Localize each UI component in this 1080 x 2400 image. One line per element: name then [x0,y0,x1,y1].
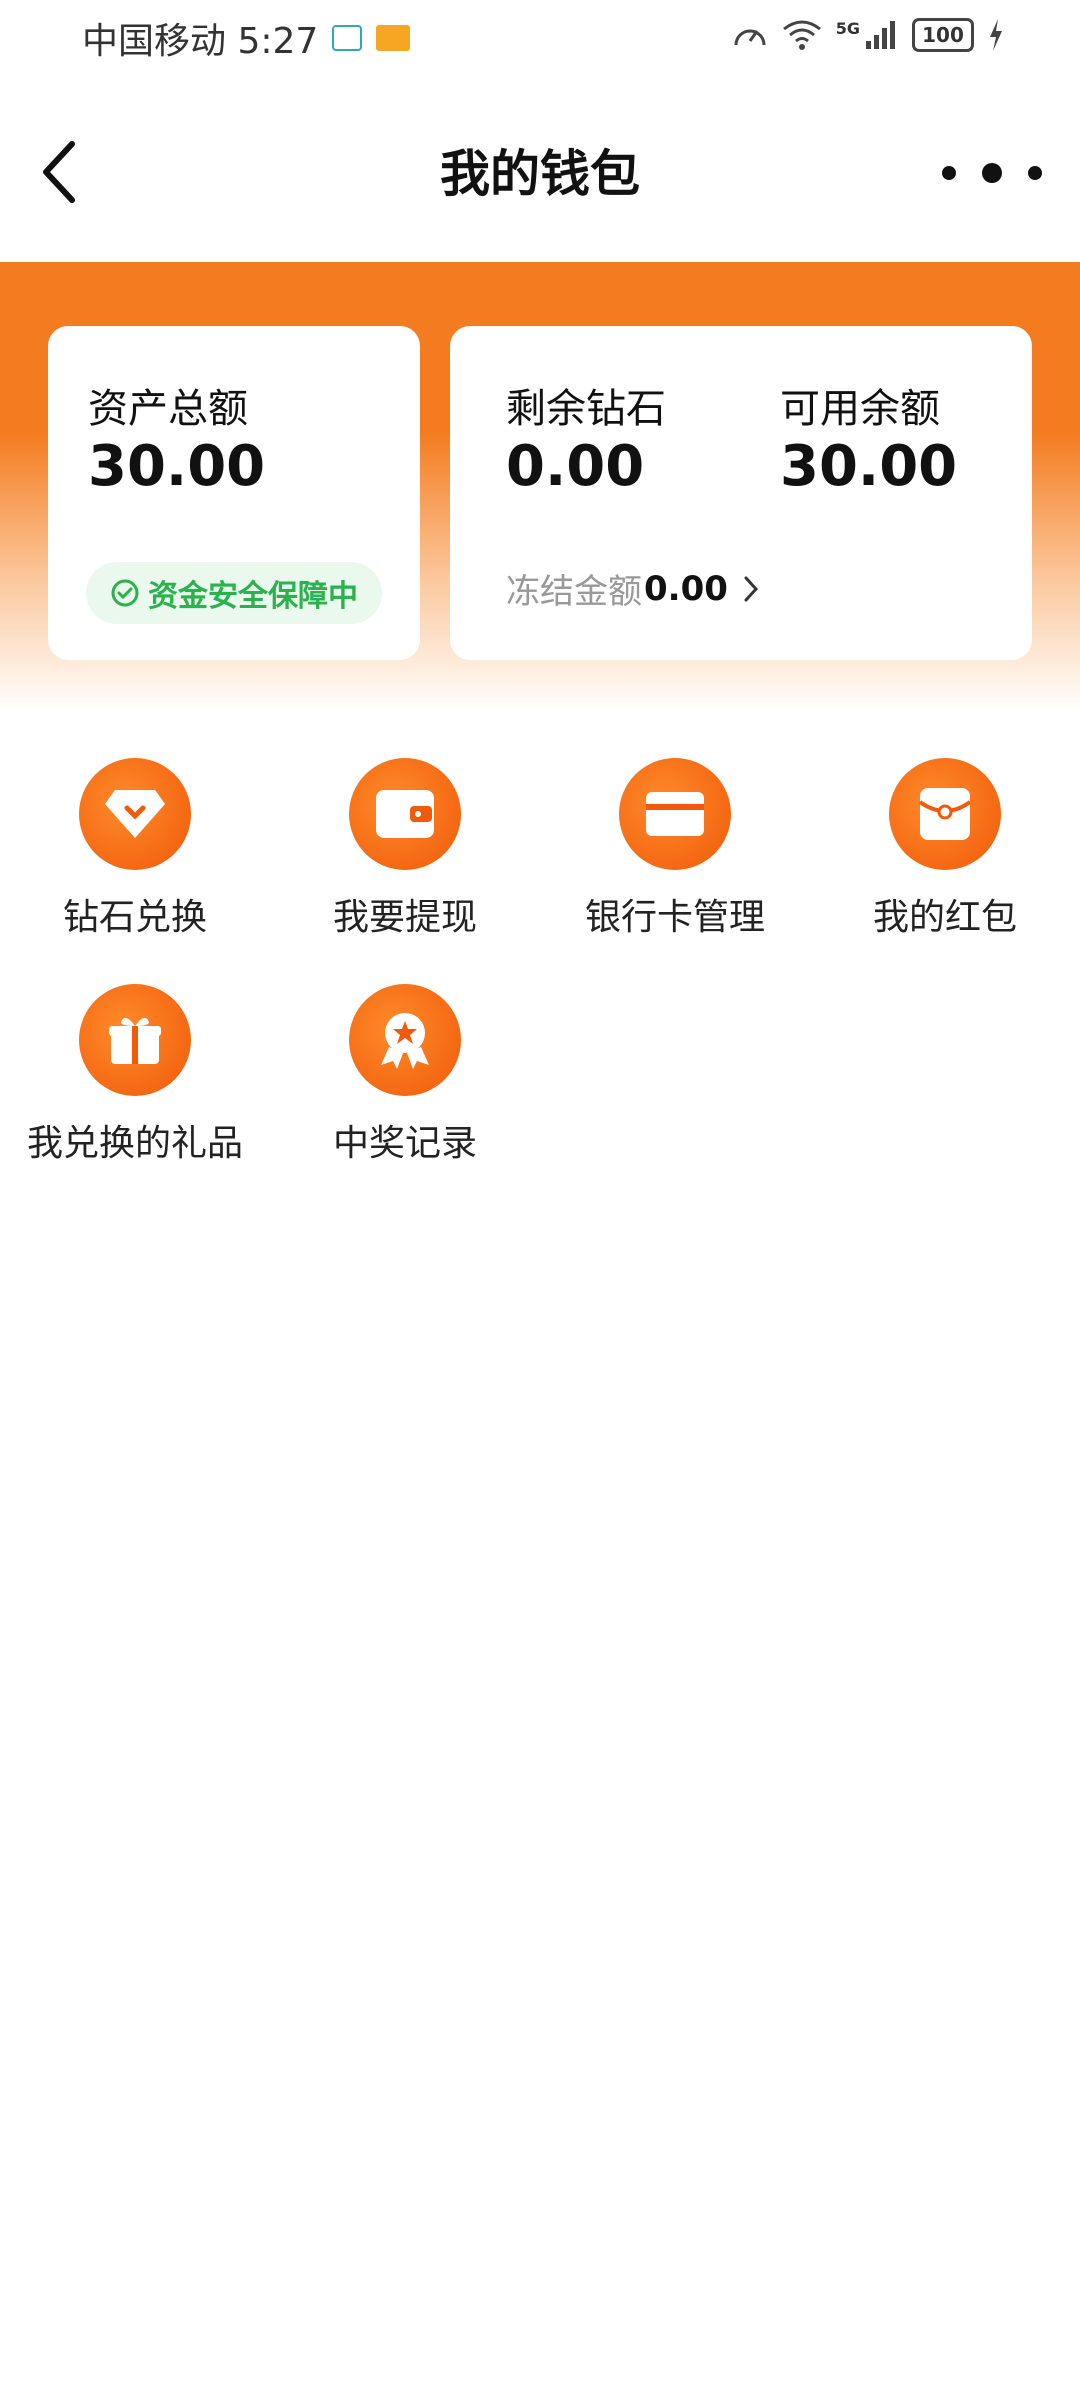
gift-icon [79,984,191,1096]
feature-withdraw[interactable]: 我要提现 [270,758,540,940]
check-circle-icon [111,579,139,607]
page-title: 我的钱包 [440,145,640,203]
more-dot [982,163,1002,183]
frozen-amount-link[interactable]: 冻结金额 0.00 [506,564,760,613]
feature-prize-records[interactable]: 中奖记录 [270,984,540,1166]
status-left: 中国移动 5:27 [82,12,411,64]
app-notification-icon-2 [376,25,411,51]
total-assets-value: 30.00 [88,434,266,499]
balance-card: 剩余钻石 0.00 可用余额 30.00 冻结金额 0.00 [450,326,1032,660]
battery-indicator: 100 [912,18,974,52]
available-balance-label: 可用余额 [780,386,940,432]
feature-label: 我兑换的礼品 [26,1123,243,1164]
more-dot [942,166,956,180]
feature-bank-card-management[interactable]: 银行卡管理 [540,758,810,940]
red-envelope-icon [889,758,1001,870]
feature-label: 我要提现 [332,897,477,938]
speed-icon [734,29,766,46]
total-assets-card: 资产总额 30.00 资金安全保障中 [48,326,420,660]
feature-label: 中奖记录 [332,1123,477,1164]
network-type: 5G [835,18,860,38]
more-options-button[interactable] [942,156,1042,190]
carrier-time: 中国移动 5:27 [82,21,319,62]
available-balance-value: 30.00 [780,434,958,499]
charging-icon [990,19,1002,51]
status-right: 5G 100 [732,18,1004,52]
diamonds-value: 0.00 [506,434,645,499]
feature-diamond-exchange[interactable]: 钻石兑换 [0,758,270,940]
feature-label: 银行卡管理 [584,897,765,938]
more-dot [1028,166,1042,180]
bank-card-icon [619,758,731,870]
signal-icon [866,21,895,49]
diamonds-label: 剩余钻石 [506,386,666,432]
diamond-icon [79,758,191,870]
award-icon [349,984,461,1096]
frozen-amount-label: 冻结金额 [506,572,642,612]
feature-label: 钻石兑换 [62,897,207,938]
chevron-right-icon [744,576,758,601]
status-bar: 中国移动 5:27 5G 100 [0,0,1080,76]
fund-safety-badge[interactable]: 资金安全保障中 [86,562,382,624]
total-assets-label: 资产总额 [88,386,248,432]
feature-red-envelope[interactable]: 我的红包 [810,758,1080,940]
feature-redeemed-gifts[interactable]: 我兑换的礼品 [0,984,270,1166]
app-notification-icon [332,25,363,51]
wallet-icon [349,758,461,870]
navigation-bar: 我的钱包 [0,76,1080,262]
feature-label: 我的红包 [872,897,1017,938]
fund-safety-text: 资金安全保障中 [148,579,358,614]
frozen-amount-value: 0.00 [644,568,728,609]
wifi-icon [782,20,821,50]
